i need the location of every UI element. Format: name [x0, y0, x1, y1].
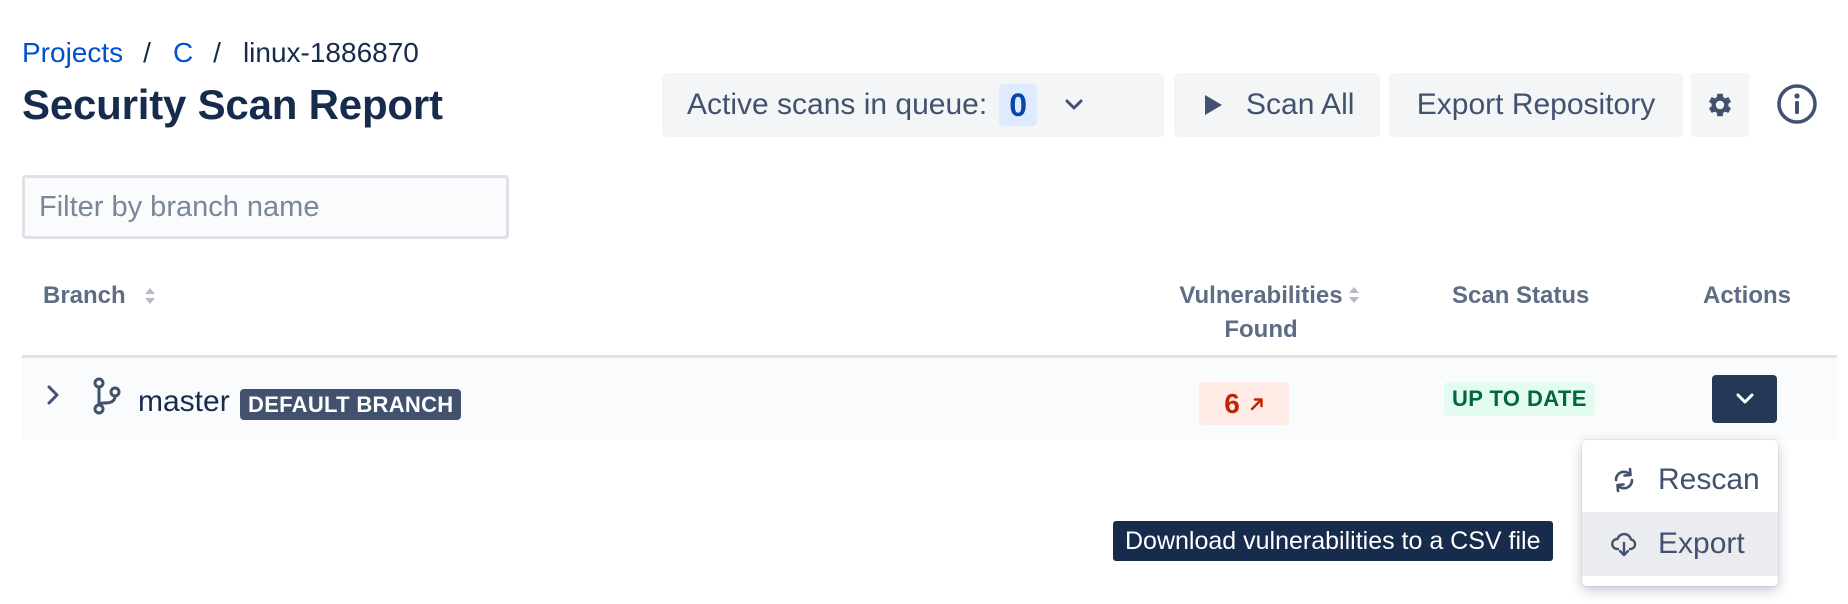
vulnerability-count-badge[interactable]: 6 — [1199, 382, 1289, 425]
breadcrumb-separator: / — [143, 37, 151, 68]
breadcrumb-separator: / — [213, 37, 221, 68]
scan-all-button[interactable]: Scan All — [1174, 73, 1380, 137]
breadcrumb: Projects / C / linux-1886870 — [22, 36, 419, 70]
menu-item-export-label: Export — [1658, 527, 1745, 560]
settings-button[interactable] — [1691, 73, 1749, 137]
row-actions-dropdown-button[interactable] — [1712, 375, 1777, 423]
refresh-icon — [1610, 466, 1638, 494]
branch-filter-input[interactable] — [22, 175, 509, 239]
column-header-branch-label: Branch — [43, 282, 126, 309]
menu-item-rescan-label: Rescan — [1658, 463, 1760, 496]
git-branch-icon — [92, 377, 122, 415]
export-tooltip: Download vulnerabilities to a CSV file — [1113, 521, 1553, 561]
breadcrumb-projects-link[interactable]: Projects — [22, 36, 123, 70]
menu-item-rescan[interactable]: Rescan — [1582, 448, 1778, 512]
cloud-download-icon — [1610, 530, 1638, 558]
arrow-up-right-icon — [1250, 397, 1264, 411]
queue-count-badge: 0 — [999, 84, 1038, 126]
chevron-down-icon — [1061, 92, 1087, 118]
column-header-branch[interactable]: Branch — [43, 279, 156, 313]
active-scans-queue-button[interactable]: Active scans in queue: 0 — [662, 73, 1164, 137]
chevron-down-icon — [1736, 393, 1754, 405]
export-repository-button[interactable]: Export Repository — [1389, 73, 1683, 137]
column-header-vulnerabilities[interactable]: Vulnerabilities Found — [1168, 279, 1354, 347]
default-branch-badge: DEFAULT BRANCH — [240, 389, 462, 420]
export-repository-label: Export Repository — [1416, 88, 1656, 121]
sort-icon — [144, 287, 156, 305]
gear-icon — [1706, 91, 1734, 119]
active-scans-label: Active scans in queue: — [687, 88, 988, 121]
column-header-scan-status: Scan Status — [1452, 282, 1590, 309]
branch-name[interactable]: master — [138, 384, 230, 420]
sort-icon — [1348, 286, 1360, 304]
scan-all-label: Scan All — [1246, 88, 1355, 121]
menu-item-export[interactable]: Export — [1582, 512, 1778, 576]
play-icon — [1202, 93, 1224, 117]
row-actions-menu: Rescan Export — [1582, 440, 1778, 586]
column-header-actions: Actions — [1703, 282, 1792, 309]
breadcrumb-c-link[interactable]: C — [173, 36, 193, 70]
breadcrumb-current-repo: linux-1886870 — [242, 37, 419, 68]
info-icon[interactable] — [1776, 83, 1818, 125]
vulnerability-count: 6 — [1224, 387, 1240, 419]
page-title: Security Scan Report — [22, 81, 443, 128]
scan-status-badge: UP TO DATE — [1444, 382, 1595, 416]
expand-row-button[interactable] — [42, 382, 64, 408]
